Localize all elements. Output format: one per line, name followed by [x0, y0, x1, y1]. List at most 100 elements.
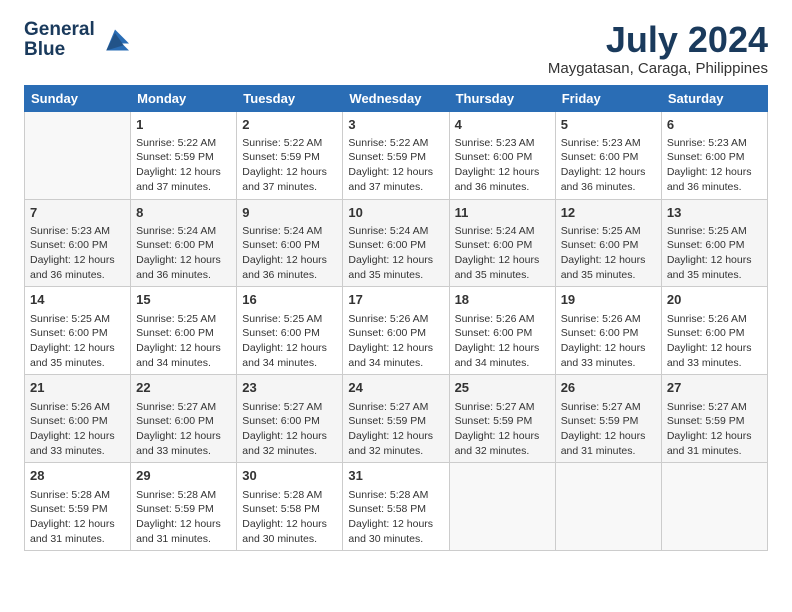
daylight: Daylight: 12 hours and 33 minutes.	[561, 342, 646, 369]
day-number: 21	[30, 379, 125, 397]
sunrise: Sunrise: 5:28 AM	[348, 489, 428, 501]
day-header-monday: Monday	[131, 85, 237, 111]
sunrise: Sunrise: 5:26 AM	[30, 401, 110, 413]
daylight: Daylight: 12 hours and 36 minutes.	[136, 254, 221, 281]
sunrise: Sunrise: 5:28 AM	[136, 489, 216, 501]
day-number: 15	[136, 291, 231, 309]
day-number: 29	[136, 467, 231, 485]
sunrise: Sunrise: 5:22 AM	[348, 137, 428, 149]
daylight: Daylight: 12 hours and 36 minutes.	[30, 254, 115, 281]
sunrise: Sunrise: 5:25 AM	[242, 313, 322, 325]
daylight: Daylight: 12 hours and 37 minutes.	[348, 166, 433, 193]
day-number: 10	[348, 204, 443, 222]
sunset: Sunset: 6:00 PM	[667, 151, 745, 163]
calendar-cell: 10Sunrise: 5:24 AMSunset: 6:00 PMDayligh…	[343, 199, 449, 287]
daylight: Daylight: 12 hours and 35 minutes.	[667, 254, 752, 281]
title-block: July 2024 Maygatasan, Caraga, Philippine…	[548, 20, 768, 77]
daylight: Daylight: 12 hours and 34 minutes.	[455, 342, 540, 369]
sunset: Sunset: 5:59 PM	[455, 415, 533, 427]
calendar-cell: 15Sunrise: 5:25 AMSunset: 6:00 PMDayligh…	[131, 287, 237, 375]
daylight: Daylight: 12 hours and 36 minutes.	[242, 254, 327, 281]
daylight: Daylight: 12 hours and 35 minutes.	[30, 342, 115, 369]
calendar-cell: 19Sunrise: 5:26 AMSunset: 6:00 PMDayligh…	[555, 287, 661, 375]
day-number: 3	[348, 116, 443, 134]
day-number: 24	[348, 379, 443, 397]
daylight: Daylight: 12 hours and 37 minutes.	[242, 166, 327, 193]
calendar-cell: 20Sunrise: 5:26 AMSunset: 6:00 PMDayligh…	[661, 287, 767, 375]
sunset: Sunset: 5:59 PM	[561, 415, 639, 427]
sunset: Sunset: 5:59 PM	[667, 415, 745, 427]
sunrise: Sunrise: 5:28 AM	[242, 489, 322, 501]
sunrise: Sunrise: 5:27 AM	[667, 401, 747, 413]
day-number: 5	[561, 116, 656, 134]
sunrise: Sunrise: 5:24 AM	[242, 225, 322, 237]
daylight: Daylight: 12 hours and 37 minutes.	[136, 166, 221, 193]
calendar-cell: 4Sunrise: 5:23 AMSunset: 6:00 PMDaylight…	[449, 111, 555, 199]
day-number: 4	[455, 116, 550, 134]
calendar-cell: 12Sunrise: 5:25 AMSunset: 6:00 PMDayligh…	[555, 199, 661, 287]
day-number: 11	[455, 204, 550, 222]
day-number: 7	[30, 204, 125, 222]
sunset: Sunset: 5:59 PM	[136, 151, 214, 163]
day-header-tuesday: Tuesday	[237, 85, 343, 111]
daylight: Daylight: 12 hours and 34 minutes.	[136, 342, 221, 369]
day-number: 2	[242, 116, 337, 134]
daylight: Daylight: 12 hours and 35 minutes.	[561, 254, 646, 281]
sunset: Sunset: 6:00 PM	[30, 327, 108, 339]
sunrise: Sunrise: 5:24 AM	[348, 225, 428, 237]
daylight: Daylight: 12 hours and 34 minutes.	[242, 342, 327, 369]
sunrise: Sunrise: 5:23 AM	[561, 137, 641, 149]
sunrise: Sunrise: 5:27 AM	[455, 401, 535, 413]
calendar-cell: 6Sunrise: 5:23 AMSunset: 6:00 PMDaylight…	[661, 111, 767, 199]
sunset: Sunset: 5:59 PM	[30, 503, 108, 515]
sunset: Sunset: 5:59 PM	[348, 415, 426, 427]
calendar-cell	[555, 463, 661, 551]
day-number: 26	[561, 379, 656, 397]
sunrise: Sunrise: 5:25 AM	[561, 225, 641, 237]
daylight: Daylight: 12 hours and 30 minutes.	[348, 518, 433, 545]
daylight: Daylight: 12 hours and 31 minutes.	[136, 518, 221, 545]
day-header-thursday: Thursday	[449, 85, 555, 111]
sunset: Sunset: 5:59 PM	[348, 151, 426, 163]
sunset: Sunset: 6:00 PM	[136, 415, 214, 427]
calendar-cell: 24Sunrise: 5:27 AMSunset: 5:59 PMDayligh…	[343, 375, 449, 463]
daylight: Daylight: 12 hours and 36 minutes.	[667, 166, 752, 193]
calendar-cell: 18Sunrise: 5:26 AMSunset: 6:00 PMDayligh…	[449, 287, 555, 375]
sunset: Sunset: 6:00 PM	[30, 239, 108, 251]
calendar-cell: 28Sunrise: 5:28 AMSunset: 5:59 PMDayligh…	[25, 463, 131, 551]
day-header-sunday: Sunday	[25, 85, 131, 111]
day-number: 27	[667, 379, 762, 397]
day-number: 25	[455, 379, 550, 397]
day-header-wednesday: Wednesday	[343, 85, 449, 111]
sunrise: Sunrise: 5:24 AM	[455, 225, 535, 237]
calendar-cell: 29Sunrise: 5:28 AMSunset: 5:59 PMDayligh…	[131, 463, 237, 551]
sunset: Sunset: 6:00 PM	[242, 239, 320, 251]
calendar-cell: 17Sunrise: 5:26 AMSunset: 6:00 PMDayligh…	[343, 287, 449, 375]
calendar-cell: 21Sunrise: 5:26 AMSunset: 6:00 PMDayligh…	[25, 375, 131, 463]
sunrise: Sunrise: 5:22 AM	[242, 137, 322, 149]
logo: GeneralBlue	[24, 20, 133, 60]
sunrise: Sunrise: 5:27 AM	[242, 401, 322, 413]
daylight: Daylight: 12 hours and 36 minutes.	[455, 166, 540, 193]
day-number: 20	[667, 291, 762, 309]
daylight: Daylight: 12 hours and 34 minutes.	[348, 342, 433, 369]
day-number: 14	[30, 291, 125, 309]
daylight: Daylight: 12 hours and 32 minutes.	[348, 430, 433, 457]
sunset: Sunset: 6:00 PM	[455, 239, 533, 251]
sunrise: Sunrise: 5:23 AM	[30, 225, 110, 237]
calendar-cell: 2Sunrise: 5:22 AMSunset: 5:59 PMDaylight…	[237, 111, 343, 199]
day-number: 8	[136, 204, 231, 222]
daylight: Daylight: 12 hours and 31 minutes.	[561, 430, 646, 457]
daylight: Daylight: 12 hours and 32 minutes.	[455, 430, 540, 457]
month-year: July 2024	[548, 20, 768, 60]
day-number: 16	[242, 291, 337, 309]
daylight: Daylight: 12 hours and 31 minutes.	[30, 518, 115, 545]
calendar-cell: 27Sunrise: 5:27 AMSunset: 5:59 PMDayligh…	[661, 375, 767, 463]
calendar-cell	[449, 463, 555, 551]
sunrise: Sunrise: 5:23 AM	[667, 137, 747, 149]
day-number: 18	[455, 291, 550, 309]
sunset: Sunset: 6:00 PM	[348, 239, 426, 251]
day-number: 31	[348, 467, 443, 485]
sunset: Sunset: 6:00 PM	[136, 239, 214, 251]
sunset: Sunset: 6:00 PM	[242, 415, 320, 427]
